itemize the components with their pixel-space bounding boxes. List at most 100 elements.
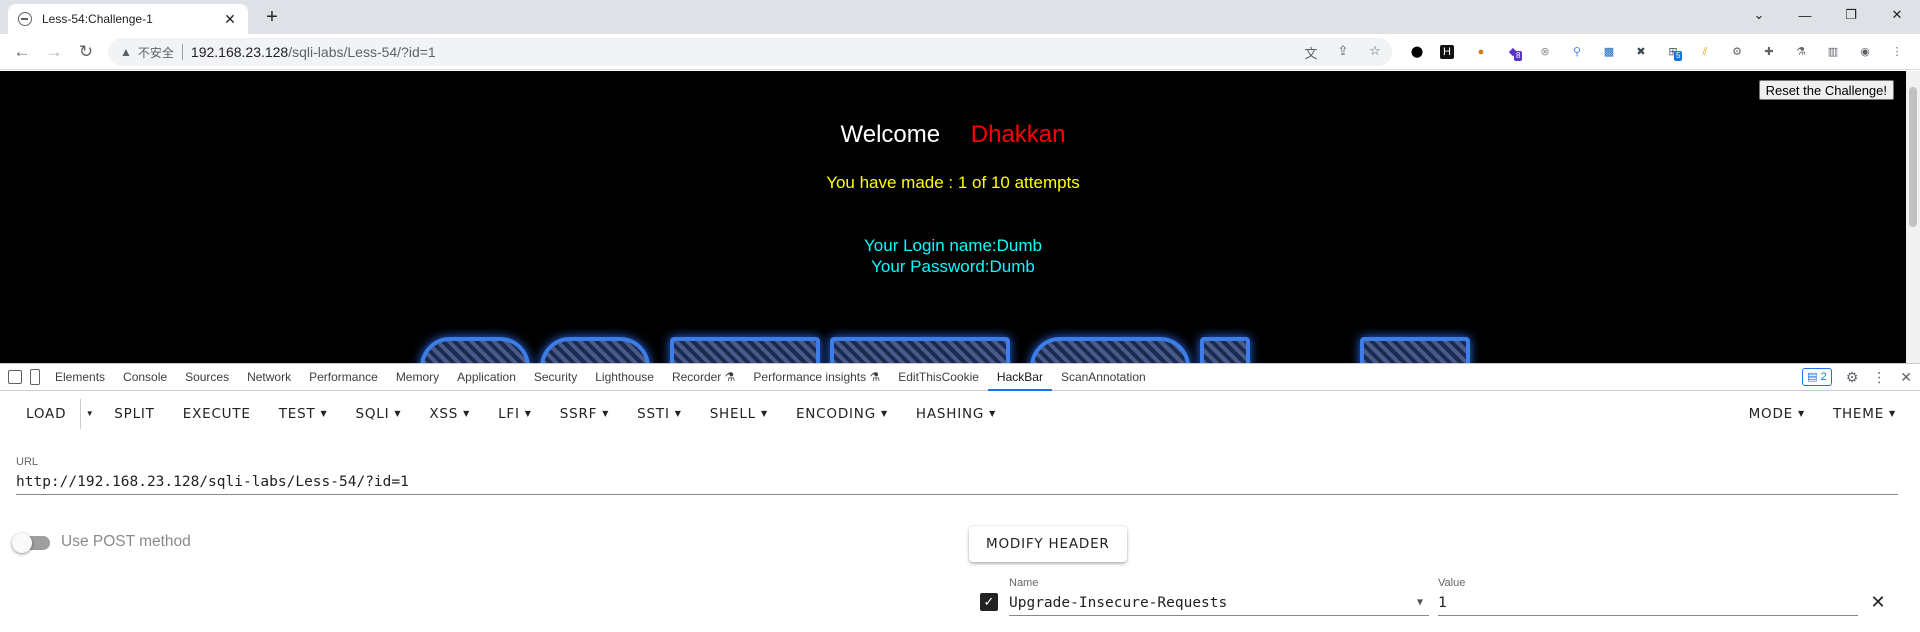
page-scrollbar[interactable] bbox=[1906, 71, 1920, 363]
devtools-tab[interactable]: ScanAnnotation bbox=[1052, 364, 1155, 391]
devtools-tab[interactable]: Console bbox=[114, 364, 176, 391]
sqli-menu[interactable]: SQLI ▼ bbox=[341, 396, 415, 432]
caret-down-icon[interactable]: ▼ bbox=[1417, 590, 1423, 616]
caret-down-icon: ▼ bbox=[524, 409, 532, 418]
translate-icon[interactable]: 文 bbox=[1302, 43, 1320, 62]
gear-icon[interactable]: ⚙ bbox=[1728, 43, 1746, 61]
devtools-tab[interactable]: Performance insights ⚗ bbox=[744, 364, 889, 391]
devtools-tab[interactable]: Performance bbox=[300, 364, 387, 391]
devtools-tab[interactable]: Lighthouse bbox=[586, 364, 663, 391]
browser-tab[interactable]: Less-54:Challenge-1 ✕ bbox=[8, 4, 248, 34]
extension-grid-icon[interactable]: ⊞ 5 bbox=[1664, 43, 1683, 61]
minimize-button[interactable]: — bbox=[1782, 0, 1828, 30]
restore-button[interactable]: ❐ bbox=[1828, 0, 1874, 30]
remove-header-icon[interactable]: ✕ bbox=[1868, 593, 1888, 611]
header-value-label: Value bbox=[1438, 577, 1466, 589]
post-method-toggle[interactable] bbox=[12, 533, 50, 553]
extension-badge: 5 bbox=[1674, 51, 1683, 61]
header-name-label: Name bbox=[1009, 577, 1039, 589]
welcome-heading: Welcome Dhakkan bbox=[0, 121, 1906, 149]
page-viewport: Reset the Challenge! Welcome Dhakkan You… bbox=[0, 71, 1906, 363]
bookmark-star-icon[interactable]: ☆ bbox=[1366, 43, 1384, 62]
devtools-panel: Elements Console Sources Network Perform… bbox=[0, 363, 1920, 632]
theme-menu[interactable]: THEME ▼ bbox=[1819, 396, 1910, 432]
extension-slash-icon[interactable]: ⫽ bbox=[1696, 43, 1714, 61]
settings-gear-icon[interactable]: ⚙ bbox=[1846, 369, 1859, 386]
tab-title: Less-54:Challenge-1 bbox=[42, 12, 153, 26]
back-icon[interactable]: ← bbox=[10, 40, 34, 64]
ssrf-menu[interactable]: SSRF ▼ bbox=[546, 396, 623, 432]
devtools-tab[interactable]: Network bbox=[238, 364, 300, 391]
hashing-label: HASHING bbox=[915, 406, 985, 422]
tab-search-icon[interactable]: ⌄ bbox=[1736, 0, 1782, 30]
forward-icon[interactable]: → bbox=[42, 40, 66, 64]
ssti-label: SSTI bbox=[637, 406, 670, 422]
extension-cube-icon[interactable]: ◆ 8 bbox=[1504, 43, 1523, 61]
header-name-input[interactable]: Upgrade-Insecure-Requests ▼ bbox=[1009, 590, 1429, 616]
extension-link-icon[interactable]: ⊗ bbox=[1536, 43, 1554, 61]
tab-close-button[interactable]: ✕ bbox=[222, 11, 238, 28]
close-window-button[interactable]: ✕ bbox=[1874, 0, 1920, 30]
load-button[interactable]: LOAD bbox=[0, 396, 80, 432]
extension-x-icon[interactable]: ✖ bbox=[1632, 43, 1650, 61]
hackbar-right-menus: MODE ▼ THEME ▼ bbox=[1735, 392, 1910, 436]
inspect-element-icon[interactable] bbox=[8, 370, 22, 384]
header-value-input[interactable]: 1 bbox=[1438, 590, 1858, 616]
avatar[interactable]: ◉ bbox=[1856, 43, 1874, 61]
modify-header-button[interactable]: MODIFY HEADER bbox=[969, 526, 1127, 562]
extension-circle-icon[interactable]: ⬤ bbox=[1408, 43, 1426, 61]
cookie-icon[interactable]: ● bbox=[1472, 43, 1490, 61]
mode-menu[interactable]: MODE ▼ bbox=[1735, 396, 1819, 432]
devtools-menu-icon[interactable]: ⋮ bbox=[1872, 369, 1886, 386]
devtools-tab[interactable]: Sources bbox=[176, 364, 238, 391]
extension-pin-icon[interactable]: ⚲ bbox=[1568, 43, 1586, 61]
globe-icon bbox=[18, 12, 32, 26]
devtools-tab[interactable]: EditThisCookie bbox=[889, 364, 988, 391]
extension-h-icon[interactable]: H bbox=[1440, 45, 1454, 59]
new-tab-button[interactable]: + bbox=[260, 6, 284, 30]
browser-tabstrip: Less-54:Challenge-1 ✕ + ⌄ — ❐ ✕ bbox=[0, 0, 1920, 34]
address-bar[interactable]: ▲ 不安全 192.168.23.128/sqli-labs/Less-54/?… bbox=[108, 38, 1392, 66]
encoding-menu[interactable]: ENCODING ▼ bbox=[782, 396, 902, 432]
caret-down-icon: ▼ bbox=[394, 409, 402, 418]
devtools-tab[interactable]: Memory bbox=[387, 364, 448, 391]
side-panel-icon[interactable]: ▥ bbox=[1824, 43, 1842, 61]
menu-kebab-icon[interactable]: ⋮ bbox=[1888, 43, 1906, 61]
extension-chart-icon[interactable]: ▩ bbox=[1600, 43, 1618, 61]
devtools-tab[interactable]: Recorder ⚗ bbox=[663, 364, 744, 391]
reload-icon[interactable]: ↻ bbox=[74, 40, 98, 64]
ssti-menu[interactable]: SSTI ▼ bbox=[623, 396, 696, 432]
url-field-label: URL bbox=[16, 456, 39, 468]
caret-down-icon: ▼ bbox=[602, 409, 610, 418]
device-toolbar-icon[interactable] bbox=[30, 369, 40, 385]
hackbar-url-input[interactable]: http://192.168.23.128/sqli-labs/Less-54/… bbox=[16, 469, 1898, 495]
flask-icon[interactable]: ⚗ bbox=[1792, 43, 1810, 61]
split-button[interactable]: SPLIT bbox=[98, 396, 168, 432]
xss-label: XSS bbox=[429, 406, 459, 422]
load-dropdown-icon[interactable]: ▼ bbox=[80, 399, 98, 429]
shell-menu[interactable]: SHELL ▼ bbox=[696, 396, 782, 432]
test-menu[interactable]: TEST ▼ bbox=[265, 396, 342, 432]
devtools-tab-hackbar[interactable]: HackBar bbox=[987, 364, 1052, 391]
devtools-tab[interactable]: Application bbox=[448, 364, 525, 391]
share-icon[interactable]: ⇪ bbox=[1334, 43, 1352, 62]
lfi-menu[interactable]: LFI ▼ bbox=[484, 396, 546, 432]
devtools-tab[interactable]: Security bbox=[525, 364, 586, 391]
devtools-tab[interactable]: Elements bbox=[46, 364, 114, 391]
issues-badge[interactable]: ▤ 2 bbox=[1802, 368, 1832, 386]
warning-icon[interactable]: ▲ bbox=[120, 45, 132, 59]
login-name-text: Your Login name:Dumb bbox=[864, 236, 1042, 255]
scrollbar-thumb[interactable] bbox=[1909, 87, 1917, 227]
hashing-menu[interactable]: HASHING ▼ bbox=[902, 396, 1010, 432]
url-text[interactable]: 192.168.23.128/sqli-labs/Less-54/?id=1 bbox=[191, 44, 436, 60]
execute-button[interactable]: EXECUTE bbox=[169, 396, 265, 432]
puzzle-icon[interactable]: ✚ bbox=[1760, 43, 1778, 61]
reset-challenge-button[interactable]: Reset the Challenge! bbox=[1758, 80, 1894, 100]
devtools-tabbar: Elements Console Sources Network Perform… bbox=[0, 364, 1920, 391]
attempts-text: You have made : 1 of 10 attempts bbox=[826, 173, 1080, 192]
shell-label: SHELL bbox=[709, 406, 756, 422]
header-enabled-checkbox[interactable]: ✓ bbox=[980, 593, 998, 611]
test-label: TEST bbox=[278, 406, 316, 422]
xss-menu[interactable]: XSS ▼ bbox=[415, 396, 484, 432]
devtools-close-icon[interactable]: ✕ bbox=[1900, 369, 1912, 386]
